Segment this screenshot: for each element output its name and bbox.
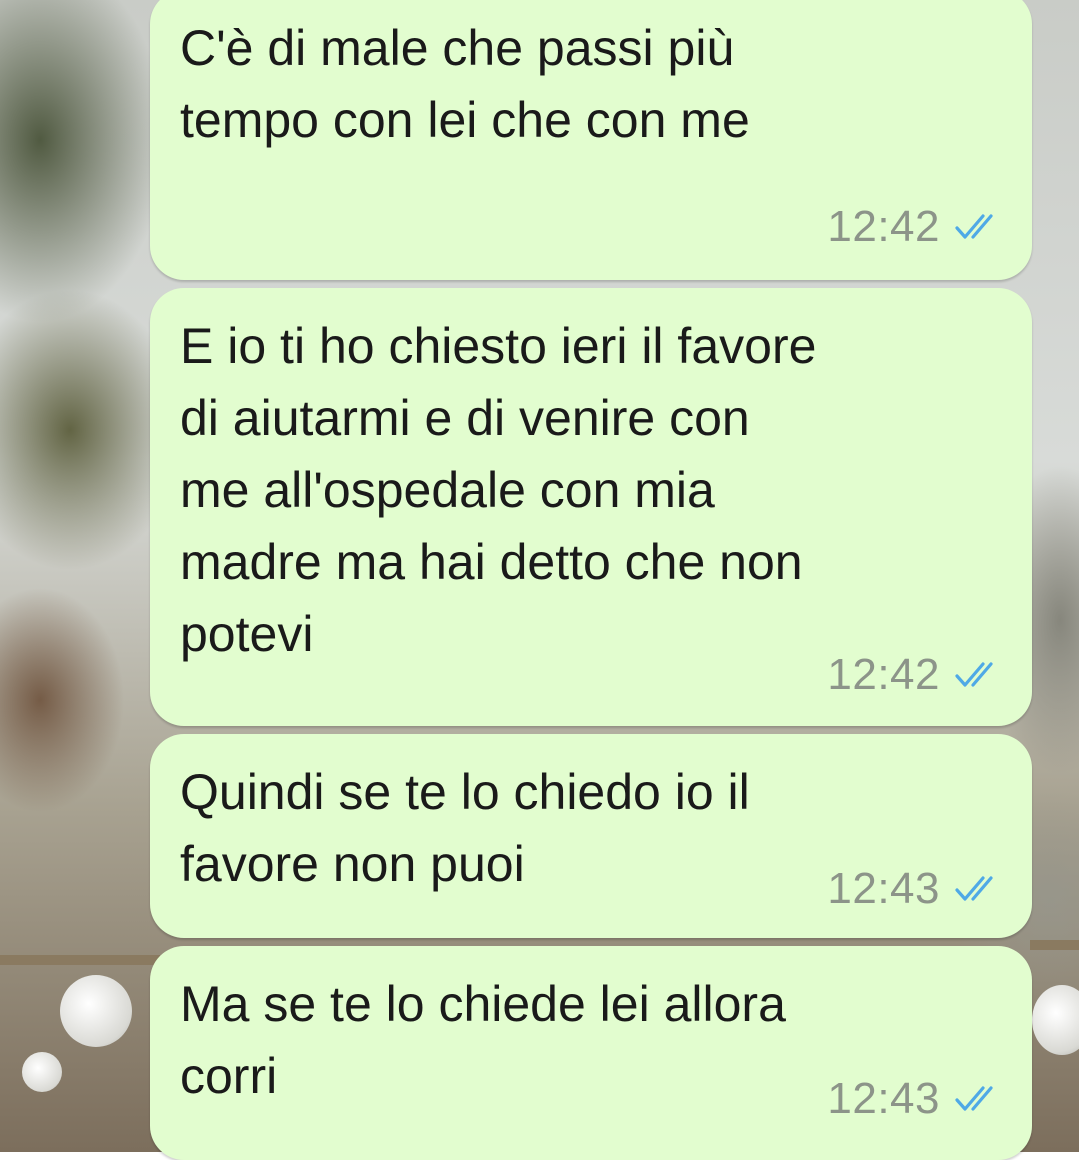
double-check-read-icon: [955, 1086, 993, 1111]
message-text: E io ti ho chiesto ieri il favore di aiu…: [180, 318, 817, 662]
double-check-read-icon: [955, 214, 993, 239]
message-meta: 12:42: [827, 202, 1002, 252]
outgoing-message-bubble[interactable]: Ma se te lo chiede lei allora corri 12:4…: [150, 946, 1032, 1160]
message-meta: 12:42: [827, 650, 1002, 700]
outgoing-message-bubble[interactable]: E io ti ho chiesto ieri il favore di aiu…: [150, 288, 1032, 726]
double-check-read-icon: [955, 876, 993, 901]
message-list[interactable]: C'è di male che passi più tempo con lei …: [0, 0, 1079, 1160]
message-timestamp: 12:43: [827, 864, 940, 913]
outgoing-message-bubble[interactable]: Quindi se te lo chiedo io il favore non …: [150, 734, 1032, 938]
message-meta: 12:43: [827, 1074, 1002, 1124]
message-timestamp: 12:42: [827, 202, 940, 251]
outgoing-message-bubble[interactable]: C'è di male che passi più tempo con lei …: [150, 0, 1032, 280]
double-check-read-icon: [955, 662, 993, 687]
message-text: C'è di male che passi più tempo con lei …: [180, 20, 750, 148]
message-meta: 12:43: [827, 864, 1002, 914]
message-timestamp: 12:43: [827, 1074, 940, 1123]
message-timestamp: 12:42: [827, 650, 940, 699]
